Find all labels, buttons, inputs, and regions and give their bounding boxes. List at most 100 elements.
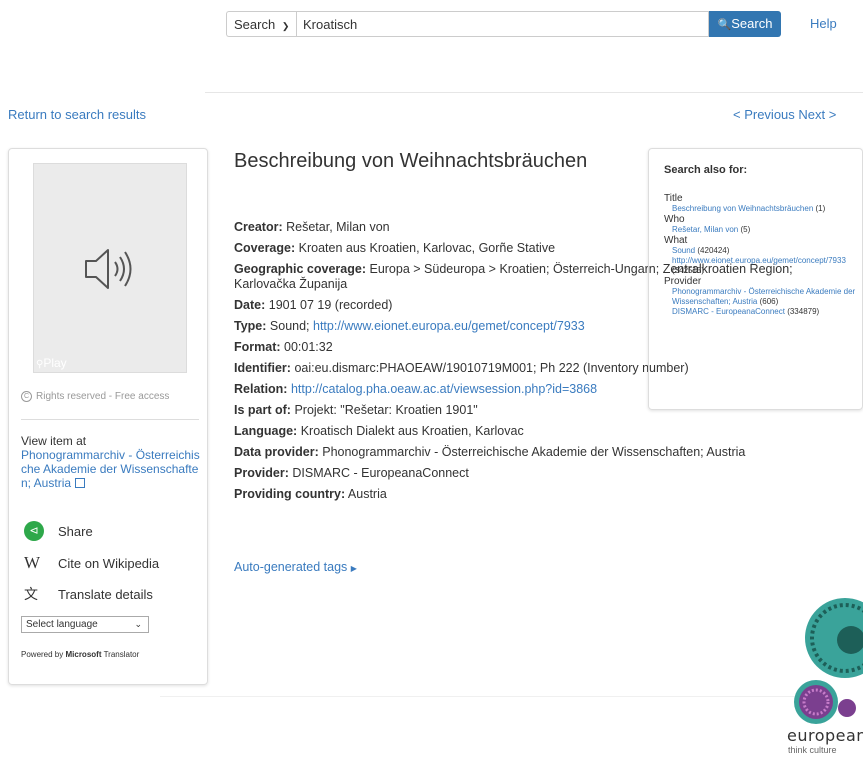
search-also-category: Who xyxy=(664,214,685,225)
field-label: Provider: xyxy=(234,466,289,480)
view-item-at-label: View item at xyxy=(21,434,87,448)
item-sidebar: ⚲Play C Rights reserved - Free access Vi… xyxy=(8,148,208,685)
search-button-label: Search xyxy=(731,16,773,31)
powered-suffix: Translator xyxy=(103,650,140,659)
microsoft-logo: Microsoft xyxy=(65,650,102,659)
next-link[interactable]: Next > xyxy=(798,107,836,122)
search-also-link[interactable]: Sound xyxy=(672,246,695,255)
search-also-link[interactable]: http://www.eionet.europa.eu/gemet/concep… xyxy=(672,256,846,265)
search-also-count: (1) xyxy=(815,204,826,213)
search-also-groups: Title Beschreibung von Weihnachtsbräuchen… xyxy=(664,193,862,317)
rights-label: Rights reserved - Free access xyxy=(36,391,170,402)
record-field: Data provider: Phonogrammarchiv - Österr… xyxy=(234,445,834,460)
search-also-item: Sound (420424) xyxy=(664,246,862,256)
speaker-icon xyxy=(85,249,132,289)
field-value: oai:eu.dismarc:PHAOEAW/19010719M001; Ph … xyxy=(294,361,689,375)
cite-on-wikipedia-button[interactable]: W Cite on Wikipedia xyxy=(24,553,159,573)
field-value: Projekt: "Rešetar: Kroatien 1901" xyxy=(294,403,478,417)
search-also-category: Provider xyxy=(664,276,702,287)
field-label: Format: xyxy=(234,340,281,354)
search-bar: Search ❯ 🔍Search xyxy=(226,11,781,37)
search-input[interactable] xyxy=(296,11,709,37)
external-link-icon xyxy=(75,478,86,488)
field-value: DISMARC - EuropeanaConnect xyxy=(292,466,469,480)
europeana-logo[interactable]: europeana think culture xyxy=(783,590,863,760)
field-link[interactable]: http://www.eionet.europa.eu/gemet/concep… xyxy=(313,319,585,333)
search-also-category: Title xyxy=(664,193,683,204)
search-button[interactable]: 🔍Search xyxy=(709,11,781,37)
share-button[interactable]: ⊲ Share xyxy=(24,521,93,541)
europeana-wordmark: europeana xyxy=(787,726,863,745)
field-value: Sound; xyxy=(269,319,313,333)
caret-right-icon: ▶ xyxy=(350,564,357,573)
field-value: Rešetar, Milan von xyxy=(286,220,390,234)
chevron-down-icon: ❯ xyxy=(281,21,290,31)
field-label: Language: xyxy=(234,424,298,438)
chevron-down-icon: ⌄ xyxy=(134,619,142,629)
field-link[interactable]: http://catalog.pha.oeaw.ac.at/viewsessio… xyxy=(291,382,597,396)
field-value: Kroaten aus Kroatien, Karlovac, Gorñe St… xyxy=(298,241,556,255)
field-label: Relation: xyxy=(234,382,288,396)
auto-generated-tags-toggle[interactable]: Auto-generated tags ▶ xyxy=(234,560,357,574)
translator-credit: Powered by Microsoft Translator xyxy=(21,650,139,659)
search-also-count: (5) xyxy=(740,225,751,234)
view-item-at: View item at Phonogrammarchiv - Österrei… xyxy=(21,434,201,490)
help-link[interactable]: Help xyxy=(810,16,837,31)
provider-link-text: Phonogrammarchiv - Österreichische Akade… xyxy=(21,448,200,490)
sidebar-divider xyxy=(21,419,199,420)
powered-prefix: Powered by xyxy=(21,650,64,659)
language-select-value: Select language xyxy=(26,619,98,630)
field-label: Is part of: xyxy=(234,403,291,417)
field-label: Coverage: xyxy=(234,241,296,255)
field-label: Identifier: xyxy=(234,361,291,375)
record-field: Providing country: Austria xyxy=(234,487,834,502)
search-also-link[interactable]: Beschreibung von Weihnachtsbräuchen xyxy=(672,204,813,213)
media-preview[interactable]: ⚲Play xyxy=(33,163,187,373)
field-label: Geographic coverage: xyxy=(234,262,366,276)
search-also-link[interactable]: Rešetar, Milan von xyxy=(672,225,738,234)
search-also-item: Beschreibung von Weihnachtsbräuchen (1) xyxy=(664,204,862,214)
search-also-heading: Search also for: xyxy=(664,164,748,176)
auto-tags-label: Auto-generated tags xyxy=(234,560,348,574)
record-title: Beschreibung von Weihnachtsbräuchen xyxy=(234,150,588,172)
field-value: 1901 07 19 (recorded) xyxy=(268,298,393,312)
record-field: Language: Kroatisch Dialekt aus Kroatien… xyxy=(234,424,834,439)
play-label: Play xyxy=(43,356,67,370)
search-also-item: Rešetar, Milan von (5) xyxy=(664,225,862,235)
field-label: Creator: xyxy=(234,220,283,234)
search-also-count: (334879) xyxy=(787,307,820,316)
translate-icon: 文 xyxy=(24,586,38,602)
search-also-item: http://www.eionet.europa.eu/gemet/concep… xyxy=(664,256,862,276)
rights-statement[interactable]: C Rights reserved - Free access xyxy=(21,391,169,402)
search-scope-dropdown[interactable]: Search ❯ xyxy=(226,11,296,37)
play-button[interactable]: ⚲Play xyxy=(36,356,67,370)
field-value: 00:01:32 xyxy=(284,340,333,354)
translate-details-button[interactable]: 文 Translate details xyxy=(24,584,153,604)
field-label: Type: xyxy=(234,319,267,333)
copyright-icon: C xyxy=(21,391,32,402)
europeana-logo-mark xyxy=(794,598,863,724)
footer-divider xyxy=(160,696,800,697)
share-icon: ⊲ xyxy=(24,521,44,541)
search-icon: 🔍 xyxy=(717,19,732,31)
search-also-panel: Search also for: Title Beschreibung von W… xyxy=(648,148,863,410)
pager: < Previous Next > xyxy=(733,107,836,122)
search-also-link[interactable]: DISMARC - EuropeanaConnect xyxy=(672,307,785,316)
field-label: Providing country: xyxy=(234,487,346,501)
search-also-count: (342515) xyxy=(672,266,705,275)
field-label: Date: xyxy=(234,298,266,312)
provider-link[interactable]: Phonogrammarchiv - Österreichische Akade… xyxy=(21,448,200,490)
search-also-category: What xyxy=(664,235,688,246)
previous-link[interactable]: < Previous xyxy=(733,107,795,122)
europeana-tagline: think culture xyxy=(788,745,837,755)
field-label: Data provider: xyxy=(234,445,319,459)
search-also-count: (420424) xyxy=(697,246,730,255)
search-scope-label: Search xyxy=(234,17,276,32)
field-value: Kroatisch Dialekt aus Kroatien, Karlovac xyxy=(300,424,524,438)
return-to-results-link[interactable]: Return to search results xyxy=(8,107,146,122)
share-label: Share xyxy=(58,523,93,539)
language-select[interactable]: Select language ⌄ xyxy=(21,616,149,633)
search-also-item: DISMARC - EuropeanaConnect (334879) xyxy=(664,307,862,317)
field-value: Phonogrammarchiv - Österreichische Akade… xyxy=(322,445,746,459)
translate-label: Translate details xyxy=(58,586,153,602)
